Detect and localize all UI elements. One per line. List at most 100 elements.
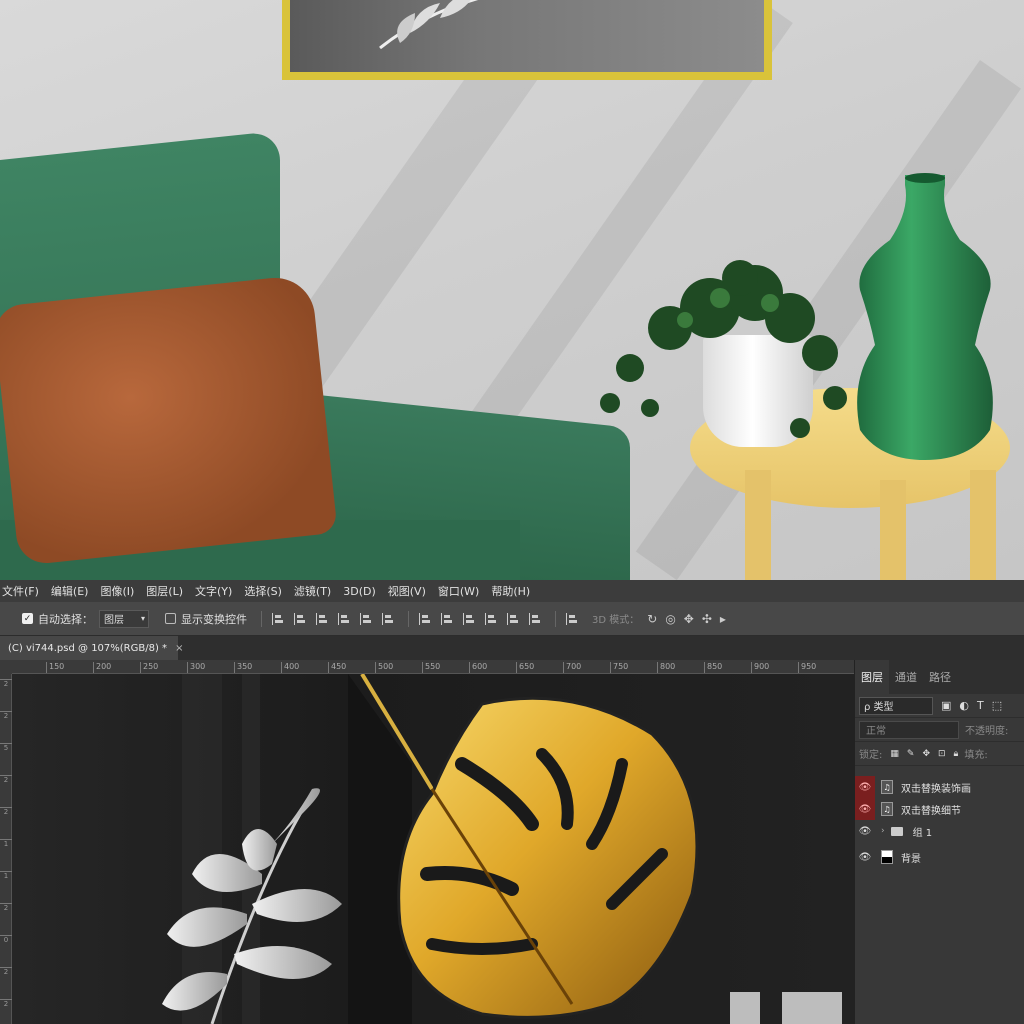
eye-icon[interactable]: 👁︎ xyxy=(855,820,875,842)
ruler-tick: 2 xyxy=(0,711,12,720)
ruler-tick: 800 xyxy=(657,662,675,673)
options-bar: ✓ 自动选择： 图层 ▾ 显示变换控件 3D 模式： ↻ ◎ ✥ ✣ ▸ xyxy=(0,602,1024,636)
lock-brush-icon[interactable]: ✎ xyxy=(907,749,915,759)
chevron-right-icon[interactable]: › xyxy=(881,826,885,836)
close-icon[interactable]: × xyxy=(175,643,183,654)
adjustment-filter-icon[interactable]: ◐ xyxy=(959,699,969,712)
auto-select-checkbox[interactable]: ✓ xyxy=(22,613,33,624)
ruler-tick: 900 xyxy=(751,662,769,673)
ruler-tick: 650 xyxy=(516,662,534,673)
layer-filter-row: ρ 类型 ▣ ◐ T ⬚ xyxy=(855,694,1024,718)
ruler-tick: 2 xyxy=(0,999,12,1008)
layer-row[interactable]: 👁︎ 背景 xyxy=(855,842,1024,872)
align-right-icon[interactable] xyxy=(382,612,394,625)
green-vase xyxy=(857,173,993,460)
auto-select-value: 图层 xyxy=(104,615,124,626)
leather-pillow xyxy=(0,273,338,567)
ruler-tick: 2 xyxy=(0,679,12,688)
background-thumbnail xyxy=(881,850,893,864)
mockup-scene xyxy=(0,0,1024,580)
distribute-top-icon[interactable] xyxy=(419,612,431,625)
3d-scale-icon[interactable]: ▸ xyxy=(720,612,726,626)
panel-tabs: 图层 通道 路径 xyxy=(855,660,1024,694)
menu-edit[interactable]: 编辑(E) xyxy=(51,583,89,599)
tab-layers[interactable]: 图层 xyxy=(855,660,889,694)
ruler-tick: 950 xyxy=(798,662,816,673)
layer-filter-dropdown[interactable]: ρ 类型 xyxy=(859,696,933,715)
eye-icon[interactable]: 👁︎ xyxy=(855,846,875,868)
lock-all-icon[interactable]: 🔒︎ xyxy=(954,749,959,759)
ruler-tick: 250 xyxy=(140,662,158,673)
ruler-corner xyxy=(0,660,12,674)
menu-3d[interactable]: 3D(D) xyxy=(343,585,376,598)
ruler-tick: 450 xyxy=(328,662,346,673)
menu-layer[interactable]: 图层(L) xyxy=(146,583,183,599)
eye-icon[interactable]: 👁︎ xyxy=(855,798,875,820)
folder-icon xyxy=(890,826,903,836)
auto-select-label: 自动选择： xyxy=(38,612,93,626)
layer-row[interactable]: 👁︎ › 组 1 xyxy=(855,820,1024,842)
lock-row: 锁定: ▦ ✎ ✥ ⊡ 🔒︎ 填充: xyxy=(855,742,1024,766)
show-transform-checkbox[interactable] xyxy=(165,613,176,624)
divider xyxy=(555,610,556,627)
menu-window[interactable]: 窗口(W) xyxy=(438,583,479,599)
auto-align-icon[interactable] xyxy=(566,612,578,625)
menu-file[interactable]: 文件(F) xyxy=(2,583,39,599)
table-leg xyxy=(880,480,906,580)
blend-row: 正常 不透明度: xyxy=(855,718,1024,742)
tab-channels[interactable]: 通道 xyxy=(889,660,923,694)
3d-roll-icon[interactable]: ◎ xyxy=(665,612,675,626)
distribute-vcenter-icon[interactable] xyxy=(441,612,453,625)
tab-paths[interactable]: 路径 xyxy=(923,660,957,694)
ruler-tick: 1 xyxy=(0,871,12,880)
align-top-icon[interactable] xyxy=(272,612,284,625)
document-canvas[interactable] xyxy=(12,674,854,1024)
menu-filter[interactable]: 滤镜(T) xyxy=(294,583,331,599)
align-hcenter-icon[interactable] xyxy=(360,612,372,625)
ruler-tick: 400 xyxy=(281,662,299,673)
3d-slide-icon[interactable]: ✣ xyxy=(702,612,712,626)
layer-row[interactable]: 👁︎ ♫ 双击替换细节 xyxy=(855,798,1024,820)
distribute-right-icon[interactable] xyxy=(529,612,541,625)
document-title: (C) vi744.psd @ 107%(RGB/8) * xyxy=(8,642,168,654)
menu-type[interactable]: 文字(Y) xyxy=(195,583,232,599)
layer-name: 组 1 xyxy=(912,827,933,839)
layer-name: 双击替换细节 xyxy=(901,805,961,817)
menu-select[interactable]: 选择(S) xyxy=(244,583,282,599)
auto-select-dropdown[interactable]: 图层 ▾ xyxy=(99,609,149,628)
lock-pixels-icon[interactable]: ▦ xyxy=(890,749,899,759)
ruler-tick: 600 xyxy=(469,662,487,673)
layer-row[interactable]: 👁︎ ♫ 双击替换装饰画 xyxy=(855,776,1024,798)
menu-help[interactable]: 帮助(H) xyxy=(491,583,530,599)
distribute-left-icon[interactable] xyxy=(485,612,497,625)
align-left-icon[interactable] xyxy=(338,612,350,625)
wall-picture-frame xyxy=(282,0,772,80)
eye-icon[interactable]: 👁︎ xyxy=(855,776,875,798)
ruler-tick: 500 xyxy=(375,662,393,673)
ruler-tick: 2 xyxy=(0,807,12,816)
align-bottom-icon[interactable] xyxy=(316,612,328,625)
ruler-tick: 700 xyxy=(563,662,581,673)
menu-image[interactable]: 图像(I) xyxy=(100,583,134,599)
menu-view[interactable]: 视图(V) xyxy=(388,583,426,599)
3d-orbit-icon[interactable]: ↻ xyxy=(647,612,657,626)
lock-artboard-icon[interactable]: ⊡ xyxy=(938,749,946,759)
lock-position-icon[interactable]: ✥ xyxy=(922,749,930,759)
align-vcenter-icon[interactable] xyxy=(294,612,306,625)
frame-leaf-art xyxy=(379,0,479,50)
layer-name: 双击替换装饰画 xyxy=(901,783,971,795)
ruler-tick: 2 xyxy=(0,903,12,912)
smart-object-icon: ♫ xyxy=(881,802,893,816)
shape-filter-icon[interactable]: ⬚ xyxy=(992,699,1002,712)
3d-pan-icon[interactable]: ✥ xyxy=(684,612,694,626)
distribute-hcenter-icon[interactable] xyxy=(507,612,519,625)
type-filter-icon[interactable]: T xyxy=(977,699,984,712)
ruler-tick: 200 xyxy=(93,662,111,673)
blend-mode-dropdown[interactable]: 正常 xyxy=(859,720,959,739)
ruler-tick: 850 xyxy=(704,662,722,673)
distribute-bottom-icon[interactable] xyxy=(463,612,475,625)
document-tab-bar: (C) vi744.psd @ 107%(RGB/8) * × xyxy=(0,636,1024,660)
image-filter-icon[interactable]: ▣ xyxy=(941,699,951,712)
document-tab[interactable]: (C) vi744.psd @ 107%(RGB/8) * × xyxy=(0,636,183,660)
opacity-label: 不透明度: xyxy=(965,726,1009,737)
